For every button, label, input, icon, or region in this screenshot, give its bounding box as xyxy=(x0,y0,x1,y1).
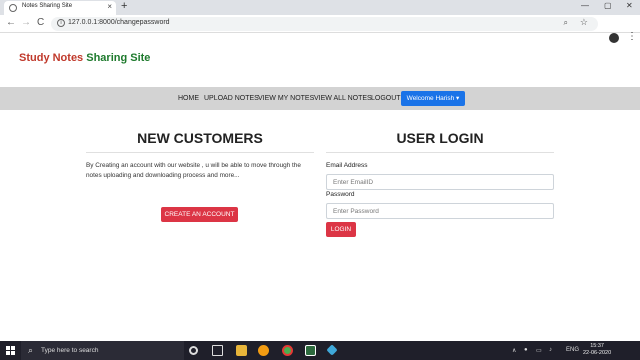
tray-expand-icon[interactable]: ∧ xyxy=(512,347,516,354)
globe-icon xyxy=(9,4,17,12)
firefox-icon[interactable] xyxy=(258,345,269,356)
tab-title: Notes Sharing Site xyxy=(22,3,73,9)
welcome-user-dropdown[interactable]: Welcome Harish ▾ xyxy=(401,91,465,106)
close-window-icon[interactable]: ✕ xyxy=(626,1,633,10)
nav-home[interactable]: HOME xyxy=(178,95,199,102)
brand-part-2: Sharing Site xyxy=(86,52,151,64)
password-label: Password xyxy=(326,191,355,198)
tab-close-icon[interactable]: × xyxy=(107,2,112,11)
browser-tab-bar: Notes Sharing Site × + — ▢ ✕ xyxy=(0,0,640,15)
language-indicator[interactable]: ENG xyxy=(566,347,579,353)
zoom-icon[interactable]: ⌕ xyxy=(564,18,568,28)
task-view-icon[interactable] xyxy=(212,345,223,356)
clock-time: 15:37 xyxy=(590,343,604,349)
forward-icon[interactable]: → xyxy=(21,17,31,28)
address-bar-row: ← → C i 127.0.0.1:8000/changepassword ⌕ … xyxy=(0,15,640,43)
chrome-icon[interactable] xyxy=(282,345,293,356)
divider xyxy=(326,152,554,153)
password-field[interactable] xyxy=(326,203,554,219)
browser-menu-icon[interactable]: ⋮ xyxy=(627,31,637,42)
app-icon[interactable] xyxy=(326,344,338,356)
back-icon[interactable]: ← xyxy=(6,17,16,28)
user-login-heading: USER LOGIN xyxy=(396,130,484,146)
browser-tab[interactable]: Notes Sharing Site × xyxy=(4,1,116,15)
os-taskbar: ⌕ Type here to search ∧ ● ▭ ♪ ENG 15:37 … xyxy=(0,341,640,360)
taskbar-search-placeholder: Type here to search xyxy=(41,347,99,354)
email-field[interactable] xyxy=(326,174,554,190)
cortana-icon[interactable] xyxy=(189,346,198,355)
windows-start-icon[interactable] xyxy=(6,346,15,355)
site-navbar: HOME UPLOAD NOTES VIEW MY NOTES VIEW ALL… xyxy=(0,87,640,110)
battery-icon[interactable]: ▭ xyxy=(536,347,542,354)
minimize-icon[interactable]: — xyxy=(581,1,589,10)
taskbar-clock[interactable]: 15:37 22-06-2020 xyxy=(583,343,611,357)
search-icon: ⌕ xyxy=(28,345,34,355)
new-customers-heading: NEW CUSTOMERS xyxy=(137,130,263,146)
brand-part-1: Study Notes xyxy=(19,52,84,64)
divider xyxy=(86,152,314,153)
email-label: Email Address xyxy=(326,162,368,169)
taskbar-search[interactable]: ⌕ Type here to search xyxy=(21,341,184,360)
login-button[interactable]: LOGIN xyxy=(326,222,356,237)
clock-date: 22-06-2020 xyxy=(583,350,612,356)
nav-logout[interactable]: LOGOUT xyxy=(371,95,401,102)
terminal-icon[interactable] xyxy=(305,345,316,356)
nav-view-all-notes[interactable]: VIEW ALL NOTES xyxy=(314,95,372,102)
reload-icon[interactable]: C xyxy=(37,17,44,28)
nav-upload-notes[interactable]: UPLOAD NOTES xyxy=(204,95,259,102)
file-explorer-icon[interactable] xyxy=(236,345,247,356)
bookmark-star-icon[interactable]: ☆ xyxy=(580,17,588,28)
new-customers-description: By Creating an account with our website … xyxy=(86,162,301,179)
microphone-icon[interactable]: ● xyxy=(524,347,528,353)
profile-avatar[interactable] xyxy=(609,33,619,43)
volume-icon[interactable]: ♪ xyxy=(549,347,552,353)
create-account-button[interactable]: CREATE AN ACCOUNT xyxy=(161,207,238,222)
nav-view-my-notes[interactable]: VIEW MY NOTES xyxy=(258,95,314,102)
new-tab-icon[interactable]: + xyxy=(121,0,127,12)
url-field[interactable]: i 127.0.0.1:8000/changepassword ⌕ ☆ xyxy=(51,17,598,31)
site-info-icon[interactable]: i xyxy=(57,19,65,27)
url-text: 127.0.0.1:8000/changepassword xyxy=(68,19,170,26)
site-brand[interactable]: Study Notes Sharing Site xyxy=(19,52,150,64)
maximize-icon[interactable]: ▢ xyxy=(604,1,612,10)
